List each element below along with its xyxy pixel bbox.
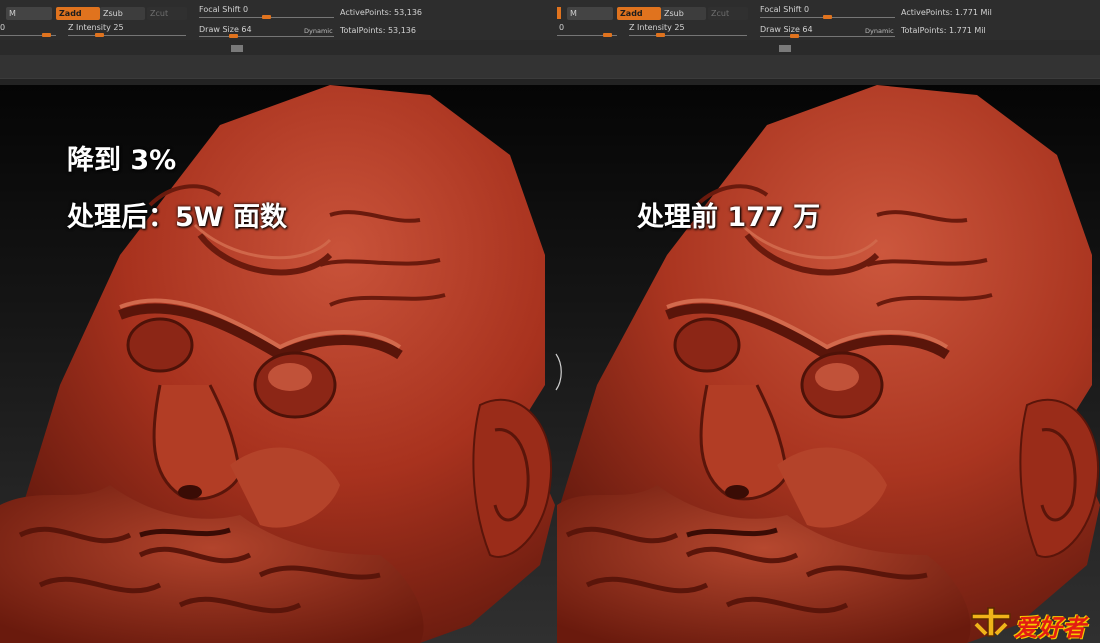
z-intensity-thumb[interactable]	[656, 33, 665, 37]
tray-band	[557, 55, 1100, 78]
watermark-logo: 爱好者	[968, 604, 1094, 642]
strip-scroll-handle[interactable]	[231, 45, 243, 52]
before-polycount-caption: 处理前 177 万	[637, 202, 821, 233]
zcut-button[interactable]: Zcut	[147, 7, 187, 20]
active-points-readout: ActivePoints: 1.771 Mil	[901, 8, 992, 17]
reduction-percent-caption: 降到 3%	[67, 145, 177, 176]
m-button[interactable]: M	[6, 7, 52, 20]
sub-toolbar-strip	[0, 40, 557, 55]
focal-shift-slider[interactable]	[760, 13, 895, 23]
brush-toolbar: M Zadd Zsub Zcut 0 Z Intensity 25 Focal …	[0, 0, 557, 40]
m-button[interactable]: M	[567, 7, 613, 20]
left-viewport-pane: M Zadd Zsub Zcut 0 Z Intensity 25 Focal …	[0, 0, 557, 643]
strip-scroll-handle[interactable]	[779, 45, 791, 52]
active-tool-indicator	[557, 7, 561, 19]
sub-toolbar-strip	[557, 40, 1100, 55]
canvas-viewport[interactable]: 处理前 177 万	[557, 85, 1100, 643]
focal-shift-slider[interactable]	[199, 13, 334, 23]
zsub-button[interactable]: Zsub	[100, 7, 145, 20]
total-points-readout: TotalPoints: 1.771 Mil	[901, 26, 986, 35]
after-polycount-caption: 处理后：5W 面数	[67, 202, 287, 233]
zsub-button[interactable]: Zsub	[661, 7, 706, 20]
pane-divider-arc	[555, 353, 562, 391]
z-intensity-thumb[interactable]	[95, 33, 104, 37]
watermark-text: 爱好者	[1014, 614, 1086, 642]
head-sculpt-render	[557, 85, 1100, 643]
zcut-button[interactable]: Zcut	[708, 7, 748, 20]
zadd-button[interactable]: Zadd	[56, 7, 100, 20]
carpenter-logo-icon	[971, 607, 1011, 637]
draw-size-thumb[interactable]	[790, 34, 799, 38]
zadd-button[interactable]: Zadd	[617, 7, 661, 20]
focal-shift-thumb[interactable]	[823, 15, 832, 19]
active-points-readout: ActivePoints: 53,136	[340, 8, 423, 17]
draw-size-thumb[interactable]	[229, 34, 238, 38]
focal-shift-thumb[interactable]	[262, 15, 271, 19]
tray-band	[0, 55, 557, 78]
rgb-intensity-thumb[interactable]	[42, 33, 51, 37]
brush-toolbar: M Zadd Zsub Zcut 0 Z Intensity 25 Focal …	[557, 0, 1100, 40]
right-viewport-pane: M Zadd Zsub Zcut 0 Z Intensity 25 Focal …	[557, 0, 1100, 643]
rgb-intensity-thumb[interactable]	[603, 33, 612, 37]
total-points-readout: TotalPoints: 53,136	[340, 26, 416, 35]
canvas-viewport[interactable]: 降到 3% 处理后：5W 面数	[0, 85, 557, 643]
